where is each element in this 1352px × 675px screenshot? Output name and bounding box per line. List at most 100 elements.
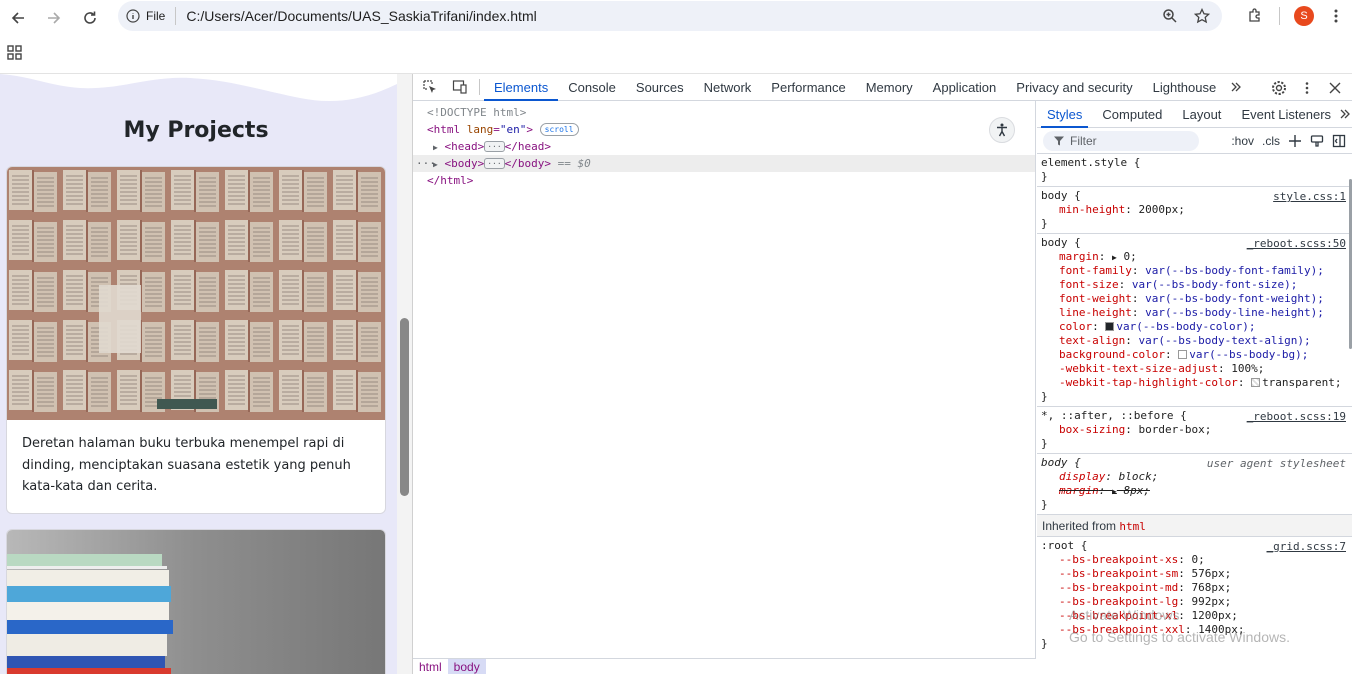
style-rule-universal[interactable]: *, ::after, ::before { _reboot.scss:19 b… [1037, 407, 1352, 454]
style-property[interactable]: box-sizing: border-box; [1041, 423, 1348, 437]
filter-icon [1054, 136, 1064, 145]
inherited-tag-link[interactable]: html [1119, 520, 1146, 533]
devtools-panel: Elements Console Sources Network Perform… [413, 74, 1352, 674]
hov-toggle[interactable]: :hov [1231, 134, 1254, 148]
tab-console[interactable]: Console [558, 74, 626, 101]
expand-triangle-icon[interactable]: ▶ [1112, 487, 1117, 496]
reload-button[interactable] [72, 2, 108, 34]
style-property-overridden[interactable]: margin: ▶ 8px; [1041, 484, 1348, 498]
style-property[interactable]: margin: ▶ 0; [1041, 250, 1348, 264]
rule-source-link[interactable]: style.css:1 [1273, 190, 1346, 203]
page-scrollbar[interactable] [397, 74, 413, 674]
rule-source-link[interactable]: _grid.scss:7 [1267, 540, 1346, 553]
style-property[interactable]: background-color: var(--bs-body-bg); [1041, 348, 1348, 362]
forward-button[interactable] [36, 2, 72, 34]
toggle-sidebar-icon[interactable] [1332, 134, 1346, 148]
site-info-chip[interactable]: File [126, 9, 165, 23]
color-swatch[interactable] [1105, 322, 1115, 331]
close-devtools-button[interactable] [1324, 74, 1346, 102]
rule-source-link[interactable]: _reboot.scss:50 [1247, 237, 1346, 250]
rule-source-link[interactable]: _reboot.scss:19 [1247, 410, 1346, 423]
tab-elements[interactable]: Elements [484, 74, 559, 101]
color-swatch[interactable] [1178, 350, 1188, 359]
html-attr-name: lang [466, 123, 494, 136]
tab-computed[interactable]: Computed [1096, 101, 1168, 128]
body-close-tag: </body> [504, 157, 552, 170]
doctype-text: <!DOCTYPE html> [427, 106, 527, 119]
style-property[interactable]: --bs-breakpoint-xs: 0; [1041, 553, 1348, 567]
menu-button[interactable] [1320, 2, 1352, 30]
profile-button[interactable]: S [1288, 2, 1320, 30]
style-property[interactable]: font-weight: var(--bs-body-font-weight); [1041, 292, 1348, 306]
browser-toolbar: File C:/Users/Acer/Documents/UAS_SaskiaT… [0, 0, 1352, 36]
tab-privacy-security[interactable]: Privacy and security [1006, 74, 1142, 101]
gear-icon [1272, 80, 1286, 95]
style-rule-body-reboot[interactable]: body { _reboot.scss:50 margin: ▶ 0; font… [1037, 234, 1352, 407]
style-rule-element[interactable]: element.style { } [1037, 154, 1352, 187]
style-property[interactable]: font-family: var(--bs-body-font-family); [1041, 264, 1348, 278]
back-button[interactable] [0, 2, 36, 34]
bookmark-star-button[interactable] [1188, 2, 1216, 30]
tab-sources[interactable]: Sources [626, 74, 694, 101]
style-property[interactable]: display: block; [1041, 470, 1348, 484]
color-format-icon[interactable] [1310, 134, 1324, 148]
styles-filter-input[interactable]: Filter [1043, 130, 1199, 151]
style-property[interactable]: text-align: var(--bs-body-text-align); [1041, 334, 1348, 348]
device-toolbar-button[interactable] [445, 73, 475, 101]
rule-selector: element.style { [1041, 156, 1141, 169]
apps-grid-icon[interactable] [6, 44, 24, 62]
plus-icon[interactable] [1288, 134, 1302, 148]
page-scrollbar-thumb[interactable] [400, 318, 409, 496]
breadcrumb-body[interactable]: body [447, 659, 486, 674]
style-property[interactable]: min-height: 2000px; [1041, 203, 1348, 217]
more-sidebar-tabs-button[interactable] [1337, 101, 1352, 128]
open-books-wall-image [7, 167, 385, 420]
style-property[interactable]: --bs-breakpoint-sm: 576px; [1041, 567, 1348, 581]
style-property[interactable]: color: var(--bs-body-color); [1041, 320, 1348, 334]
accessibility-tree-button[interactable] [989, 117, 1015, 143]
tab-lighthouse[interactable]: Lighthouse [1143, 74, 1227, 101]
collapsed-ellipsis[interactable]: ··· [484, 158, 505, 169]
tab-memory[interactable]: Memory [856, 74, 923, 101]
node-more-indicator[interactable]: ··· [416, 155, 436, 172]
tab-application[interactable]: Application [923, 74, 1007, 101]
extensions-button[interactable] [1239, 2, 1271, 30]
scroll-badge[interactable]: scroll [539, 123, 579, 136]
dom-body-node[interactable]: ··· ▶ <body> ··· </body> == $0 [413, 155, 1035, 172]
devtools-menu-button[interactable] [1296, 74, 1318, 102]
tab-event-listeners[interactable]: Event Listeners [1235, 101, 1337, 128]
prop-value: 0; [1123, 250, 1137, 263]
watermark-line2: Go to Settings to activate Windows. [1069, 629, 1290, 645]
zoom-button[interactable] [1156, 2, 1184, 30]
tab-styles[interactable]: Styles [1041, 101, 1089, 128]
style-property[interactable]: line-height: var(--bs-body-line-height); [1041, 306, 1348, 320]
dom-html-node[interactable]: <html lang="en"> scroll [413, 121, 1035, 138]
style-property[interactable]: -webkit-text-size-adjust: 100%; [1041, 362, 1348, 376]
collapsed-ellipsis[interactable]: ··· [484, 141, 505, 152]
inspect-element-button[interactable] [415, 73, 445, 101]
dom-html-close[interactable]: </html> [413, 172, 1035, 189]
more-tabs-button[interactable] [1226, 73, 1246, 101]
url-text[interactable]: C:/Users/Acer/Documents/UAS_SaskiaTrifan… [186, 8, 536, 24]
style-property[interactable]: font-size: var(--bs-body-font-size); [1041, 278, 1348, 292]
cls-toggle[interactable]: .cls [1262, 134, 1280, 148]
tab-performance[interactable]: Performance [761, 74, 855, 101]
dom-head-node[interactable]: ▶ <head> ··· </head> [413, 138, 1035, 155]
expand-triangle-icon[interactable]: ▶ [433, 143, 438, 152]
expand-triangle-icon[interactable]: ▶ [1112, 253, 1117, 262]
styles-toolbar: :hov .cls [1231, 128, 1346, 154]
breadcrumb-html[interactable]: html [413, 659, 448, 674]
style-property[interactable]: -webkit-tap-highlight-color: transparent… [1041, 376, 1348, 390]
color-swatch[interactable] [1251, 378, 1261, 387]
bookmarks-bar [0, 36, 1352, 74]
style-rule-body-stylecss[interactable]: body { style.css:1 min-height: 2000px; } [1037, 187, 1352, 234]
omnibox-separator [175, 7, 177, 25]
address-bar[interactable]: File C:/Users/Acer/Documents/UAS_SaskiaT… [118, 1, 1222, 31]
dom-doctype[interactable]: <!DOCTYPE html> [413, 104, 1035, 121]
activate-windows-watermark: Activate Windows Go to Settings to activ… [1069, 604, 1290, 648]
settings-button[interactable] [1268, 74, 1290, 102]
style-rule-user-agent[interactable]: body { user agent stylesheet display: bl… [1037, 454, 1352, 515]
style-property[interactable]: --bs-breakpoint-md: 768px; [1041, 581, 1348, 595]
tab-layout[interactable]: Layout [1176, 101, 1227, 128]
tab-network[interactable]: Network [694, 74, 762, 101]
